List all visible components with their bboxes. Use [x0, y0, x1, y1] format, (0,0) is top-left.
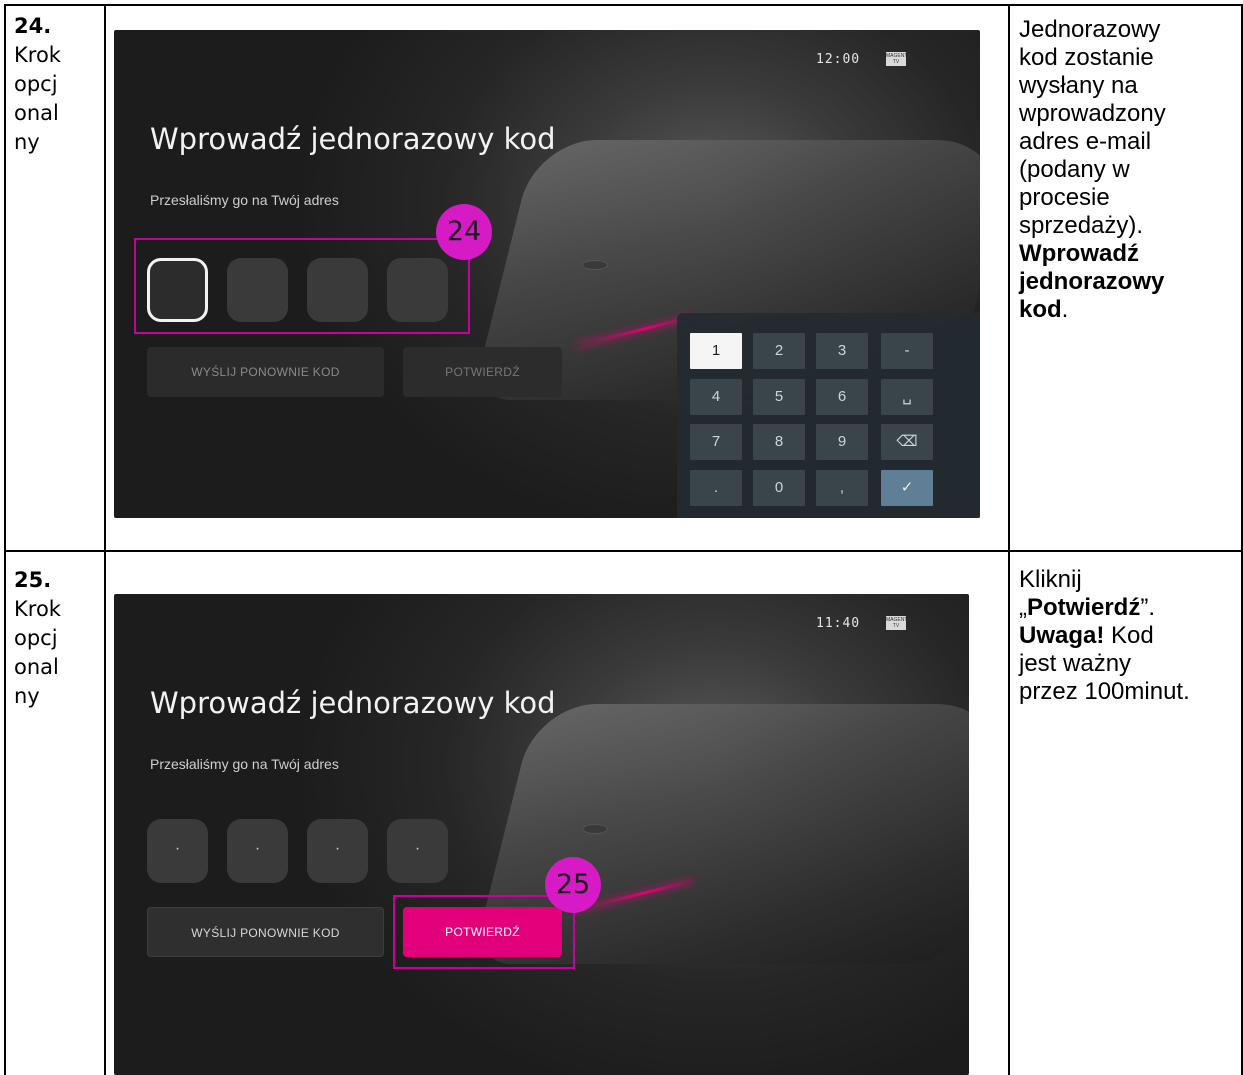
page-subtitle: Przesłaliśmy go na Twój adres	[150, 192, 339, 208]
step-text-line: opcj	[14, 626, 58, 650]
table-border-left	[4, 4, 6, 1075]
clock: 11:40	[816, 616, 861, 631]
description-bold: kod	[1019, 296, 1062, 323]
description-bold: Uwaga!	[1019, 622, 1105, 649]
description-line: procesie	[1019, 184, 1110, 211]
table-border-col1	[104, 4, 106, 1075]
annotation-badge-24: 24	[436, 204, 492, 260]
key-3[interactable]: 3	[816, 333, 868, 369]
table-border-col2	[1008, 4, 1010, 1075]
description-line: (podany w	[1019, 156, 1130, 183]
step-label-25: 25. Krok opcj onal ny	[14, 566, 90, 711]
key-confirm[interactable]: ✓	[881, 470, 933, 506]
description-line: wysłany na	[1019, 72, 1138, 99]
code-digit-4[interactable]: ·	[387, 819, 448, 883]
key-dot[interactable]: .	[690, 470, 742, 506]
set-top-box-led	[582, 260, 608, 270]
quote-close: ”.	[1140, 594, 1156, 621]
description-line: jest ważny	[1019, 650, 1132, 677]
annotation-badge-25: 25	[545, 857, 601, 913]
description-bold: Wprowadź	[1019, 240, 1139, 267]
table-border-top	[4, 4, 1243, 6]
brand-logo: MAGENTA TV	[886, 52, 911, 66]
page-subtitle: Przesłaliśmy go na Twój adres	[150, 756, 339, 772]
step-text-line: Krok	[14, 597, 61, 621]
brand-logo: MAGENTA TV	[886, 616, 911, 630]
description-bold: Potwierdź	[1027, 594, 1141, 621]
step-text-line: Krok	[14, 43, 61, 67]
key-9[interactable]: 9	[816, 424, 868, 460]
table-border-middle	[4, 550, 1243, 552]
description-bold: jednorazowy	[1019, 268, 1165, 295]
key-backspace[interactable]: ⌫	[881, 424, 933, 460]
code-digit-3[interactable]: ·	[307, 819, 368, 883]
step-text-line: onal	[14, 655, 59, 679]
description-line: adres e-mail	[1019, 128, 1152, 155]
step-text-line: opcj	[14, 72, 58, 96]
confirm-button[interactable]: POTWIERDŹ	[403, 347, 562, 397]
step-number: 25.	[14, 568, 52, 592]
key-6[interactable]: 6	[816, 379, 868, 415]
quote-open: „	[1019, 594, 1027, 621]
description-25: Kliknij „Potwierdź”. Uwaga! Kod jest waż…	[1019, 566, 1239, 706]
resend-code-button[interactable]: WYŚLIJ PONOWNIE KOD	[147, 347, 384, 397]
key-dash[interactable]: -	[881, 333, 933, 369]
description-tail: .	[1061, 296, 1069, 323]
key-1[interactable]: 1	[690, 333, 742, 369]
key-4[interactable]: 4	[690, 379, 742, 415]
step-label-24: 24. Krok opcj onal ny	[14, 12, 90, 157]
key-space[interactable]: ␣	[881, 379, 933, 415]
step-number: 24.	[14, 14, 52, 38]
step-text-line: ny	[14, 684, 40, 708]
description-line: kod zostanie	[1019, 44, 1154, 71]
description-line: Kod	[1104, 622, 1154, 649]
key-5[interactable]: 5	[753, 379, 805, 415]
code-digit-1[interactable]: ·	[147, 819, 208, 883]
resend-code-button[interactable]: WYŚLIJ PONOWNIE KOD	[147, 907, 384, 957]
set-top-box-led	[582, 824, 608, 834]
annotation-box-25	[393, 895, 575, 969]
page-title: Wprowadź jednorazowy kod	[150, 686, 556, 720]
code-digit-2[interactable]: ·	[227, 819, 288, 883]
tv-screenshot-25: 11:40 MAGENTA TV Wprowadź jednorazowy ko…	[114, 594, 969, 1075]
description-24: Jednorazowy kod zostanie wysłany na wpro…	[1019, 16, 1239, 324]
key-0[interactable]: 0	[753, 470, 805, 506]
description-line: Jednorazowy	[1019, 16, 1161, 43]
description-line: przez 100minut.	[1019, 678, 1190, 705]
clock: 12:00	[816, 52, 861, 67]
description-line: Kliknij	[1019, 566, 1082, 593]
key-2[interactable]: 2	[753, 333, 805, 369]
description-line: sprzedaży).	[1019, 212, 1144, 239]
numeric-keypad: 1 2 3 - 4 5 6 ␣ 7 8 9 ⌫ . 0 , ✓	[677, 313, 980, 518]
key-7[interactable]: 7	[690, 424, 742, 460]
description-line: wprowadzony	[1019, 100, 1166, 127]
key-comma[interactable]: ,	[816, 470, 868, 506]
key-8[interactable]: 8	[753, 424, 805, 460]
page-title: Wprowadź jednorazowy kod	[150, 122, 556, 156]
annotation-box-24	[134, 238, 470, 334]
step-text-line: onal	[14, 101, 59, 125]
step-text-line: ny	[14, 130, 40, 154]
